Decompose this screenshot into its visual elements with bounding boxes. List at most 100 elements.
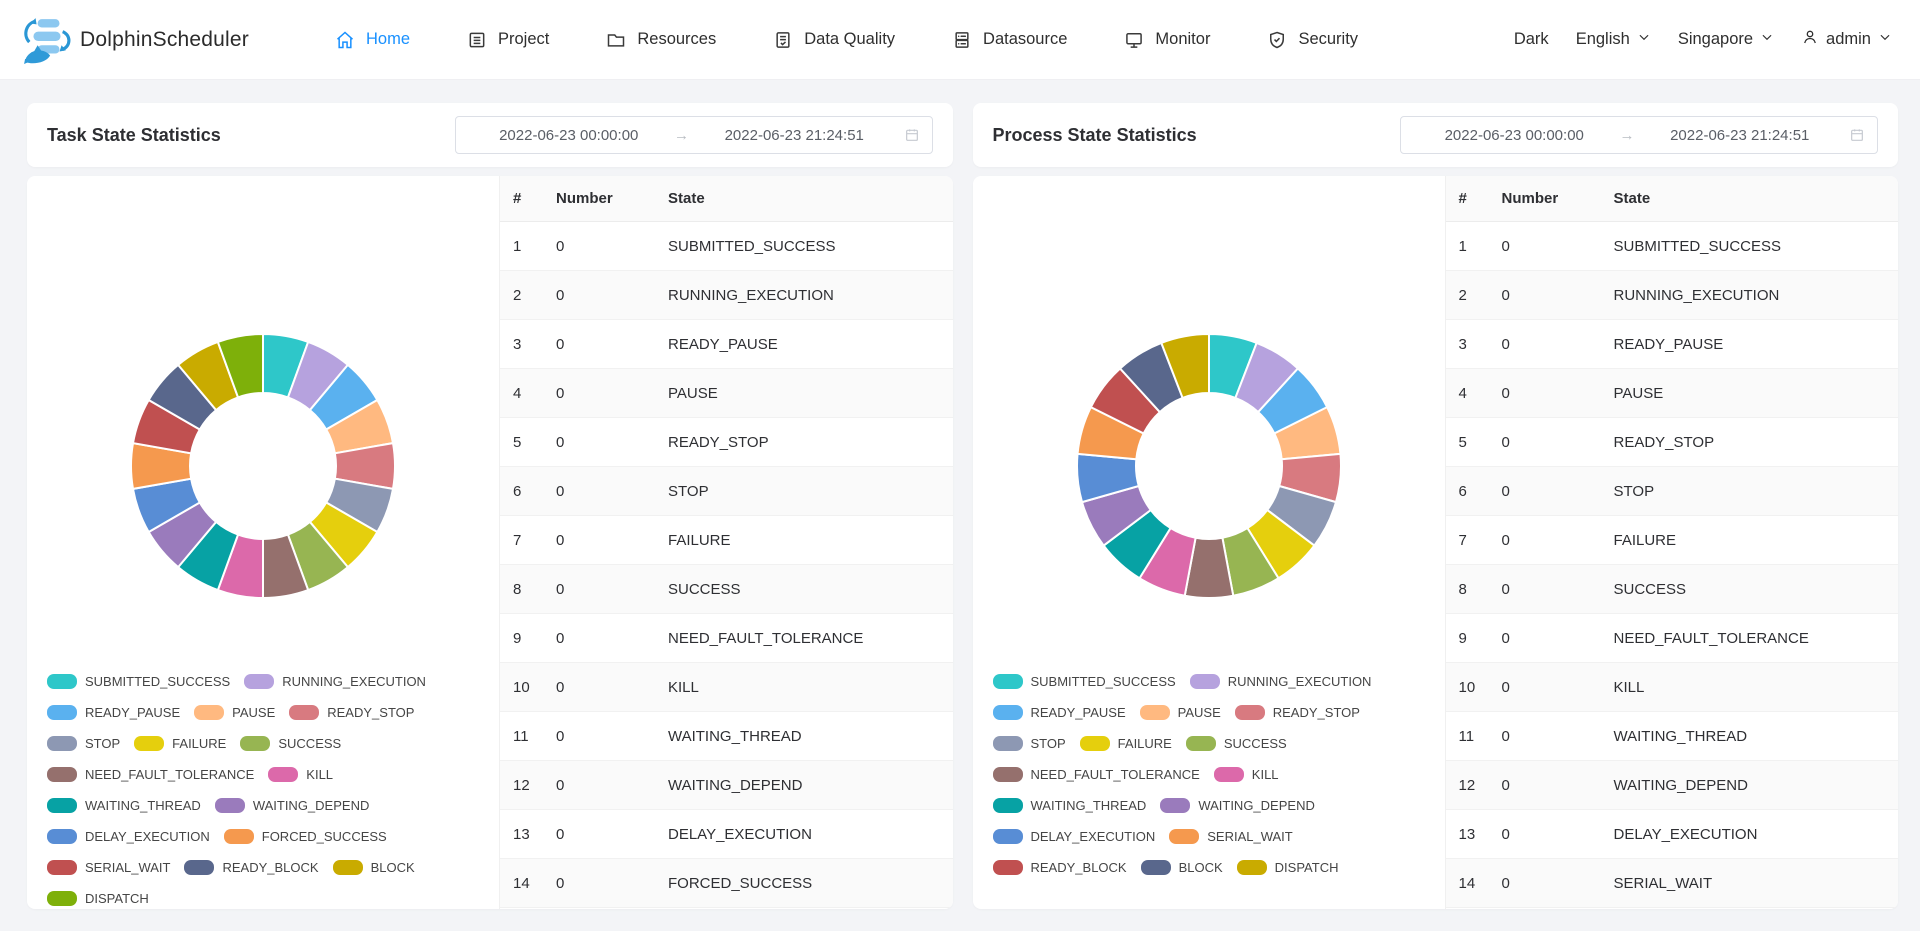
- legend-label: FORCED_SUCCESS: [262, 829, 387, 844]
- project-icon: [467, 30, 487, 50]
- legend-item[interactable]: PAUSE: [194, 705, 275, 720]
- monitor-icon: [1124, 30, 1144, 50]
- table-cell: 0: [1502, 875, 1614, 892]
- legend-item[interactable]: RUNNING_EXECUTION: [1190, 674, 1372, 689]
- nav-item-label: Monitor: [1155, 30, 1210, 49]
- legend-item[interactable]: SUBMITTED_SUCCESS: [993, 674, 1176, 689]
- legend-swatch: [268, 767, 298, 782]
- legend-item[interactable]: KILL: [268, 767, 333, 782]
- legend-swatch: [184, 860, 214, 875]
- table-cell: READY_PAUSE: [668, 336, 953, 353]
- legend-label: FAILURE: [172, 736, 226, 751]
- language-value: English: [1576, 30, 1630, 49]
- legend-item[interactable]: PAUSE: [1140, 705, 1221, 720]
- table-row: 40PAUSE: [1446, 369, 1899, 418]
- legend-swatch: [993, 798, 1023, 813]
- legend-swatch: [47, 767, 77, 782]
- user-icon: [1801, 28, 1819, 51]
- nav-item-home[interactable]: Home: [335, 30, 410, 50]
- legend-swatch: [1080, 736, 1110, 751]
- task-state-table: #NumberState10SUBMITTED_SUCCESS20RUNNING…: [499, 176, 953, 909]
- date-range-picker[interactable]: 2022-06-23 00:00:00 → 2022-06-23 21:24:5…: [1400, 116, 1878, 154]
- table-row: 100KILL: [500, 663, 953, 712]
- legend-item[interactable]: SERIAL_WAIT: [47, 860, 170, 875]
- nav-item-datasource[interactable]: Datasource: [952, 30, 1067, 50]
- legend-label: PAUSE: [232, 705, 275, 720]
- nav-item-monitor[interactable]: Monitor: [1124, 30, 1210, 50]
- table-row: 50READY_STOP: [500, 418, 953, 467]
- legend-item[interactable]: WAITING_THREAD: [993, 798, 1147, 813]
- language-select[interactable]: English: [1576, 30, 1651, 49]
- legend-item[interactable]: READY_STOP: [1235, 705, 1360, 720]
- date-range-picker[interactable]: 2022-06-23 00:00:00 → 2022-06-23 21:24:5…: [455, 116, 933, 154]
- legend-item[interactable]: WAITING_DEPEND: [1160, 798, 1315, 813]
- legend-item[interactable]: FAILURE: [134, 736, 226, 751]
- legend-label: FAILURE: [1118, 736, 1172, 751]
- legend-item[interactable]: NEED_FAULT_TOLERANCE: [993, 767, 1200, 782]
- legend-item[interactable]: READY_STOP: [289, 705, 414, 720]
- legend-item[interactable]: READY_BLOCK: [993, 860, 1127, 875]
- table-row: 110WAITING_THREAD: [500, 712, 953, 761]
- legend-item[interactable]: WAITING_DEPEND: [215, 798, 370, 813]
- date-start-value[interactable]: 2022-06-23 00:00:00: [468, 127, 671, 144]
- legend-item[interactable]: READY_PAUSE: [993, 705, 1126, 720]
- nav-item-data-quality[interactable]: Data Quality: [773, 30, 895, 50]
- legend-swatch: [993, 829, 1023, 844]
- legend-swatch: [1169, 829, 1199, 844]
- legend-item[interactable]: READY_BLOCK: [184, 860, 318, 875]
- table-cell: SUBMITTED_SUCCESS: [668, 238, 953, 255]
- legend-item[interactable]: FORCED_SUCCESS: [224, 829, 387, 844]
- legend-item[interactable]: SUCCESS: [240, 736, 341, 751]
- table-cell: DELAY_EXECUTION: [1614, 826, 1899, 843]
- legend-label: READY_BLOCK: [1031, 860, 1127, 875]
- table-row: 10SUBMITTED_SUCCESS: [1446, 222, 1899, 271]
- legend-item[interactable]: STOP: [47, 736, 120, 751]
- legend-swatch: [1140, 705, 1170, 720]
- legend-item[interactable]: SUBMITTED_SUCCESS: [47, 674, 230, 689]
- legend-swatch: [1235, 705, 1265, 720]
- date-start-value[interactable]: 2022-06-23 00:00:00: [1413, 127, 1616, 144]
- chevron-down-icon: [1637, 30, 1651, 49]
- table-cell: 0: [1502, 581, 1614, 598]
- legend-item[interactable]: BLOCK: [1141, 860, 1223, 875]
- nav-item-security[interactable]: Security: [1267, 30, 1358, 50]
- table-cell: KILL: [668, 679, 953, 696]
- legend-label: SUCCESS: [278, 736, 341, 751]
- legend-item[interactable]: KILL: [1214, 767, 1279, 782]
- legend-item[interactable]: READY_PAUSE: [47, 705, 180, 720]
- table-cell: 0: [1502, 287, 1614, 304]
- legend-item[interactable]: DISPATCH: [1237, 860, 1339, 875]
- table-cell: 1: [1446, 238, 1502, 255]
- timezone-select[interactable]: Singapore: [1678, 30, 1774, 49]
- legend-item[interactable]: SUCCESS: [1186, 736, 1287, 751]
- legend-item[interactable]: WAITING_THREAD: [47, 798, 201, 813]
- nav-item-project[interactable]: Project: [467, 30, 549, 50]
- legend-item[interactable]: DISPATCH: [47, 891, 149, 906]
- legend-item[interactable]: SERIAL_WAIT: [1169, 829, 1292, 844]
- date-end-value[interactable]: 2022-06-23 21:24:51: [1639, 127, 1842, 144]
- date-end-value[interactable]: 2022-06-23 21:24:51: [693, 127, 896, 144]
- user-menu[interactable]: admin: [1801, 28, 1892, 51]
- legend-label: SUBMITTED_SUCCESS: [85, 674, 230, 689]
- table-cell: FAILURE: [668, 532, 953, 549]
- theme-toggle-button[interactable]: Dark: [1514, 30, 1549, 49]
- legend-item[interactable]: RUNNING_EXECUTION: [244, 674, 426, 689]
- legend-item[interactable]: NEED_FAULT_TOLERANCE: [47, 767, 254, 782]
- table-cell: READY_STOP: [1614, 434, 1899, 451]
- legend-item[interactable]: BLOCK: [333, 860, 415, 875]
- legend-item[interactable]: DELAY_EXECUTION: [47, 829, 210, 844]
- table-cell: 0: [1502, 826, 1614, 843]
- nav-item-resources[interactable]: Resources: [606, 30, 716, 50]
- brand[interactable]: DolphinScheduler: [22, 15, 249, 65]
- legend-item[interactable]: STOP: [993, 736, 1066, 751]
- calendar-icon: [1849, 127, 1865, 143]
- table-cell: NEED_FAULT_TOLERANCE: [668, 630, 953, 647]
- table-cell: 4: [1446, 385, 1502, 402]
- legend-swatch: [240, 736, 270, 751]
- legend-item[interactable]: DELAY_EXECUTION: [993, 829, 1156, 844]
- table-row: 40PAUSE: [500, 369, 953, 418]
- legend-label: RUNNING_EXECUTION: [1228, 674, 1372, 689]
- table-cell: FAILURE: [1614, 532, 1899, 549]
- legend-item[interactable]: FAILURE: [1080, 736, 1172, 751]
- legend-label: SUBMITTED_SUCCESS: [1031, 674, 1176, 689]
